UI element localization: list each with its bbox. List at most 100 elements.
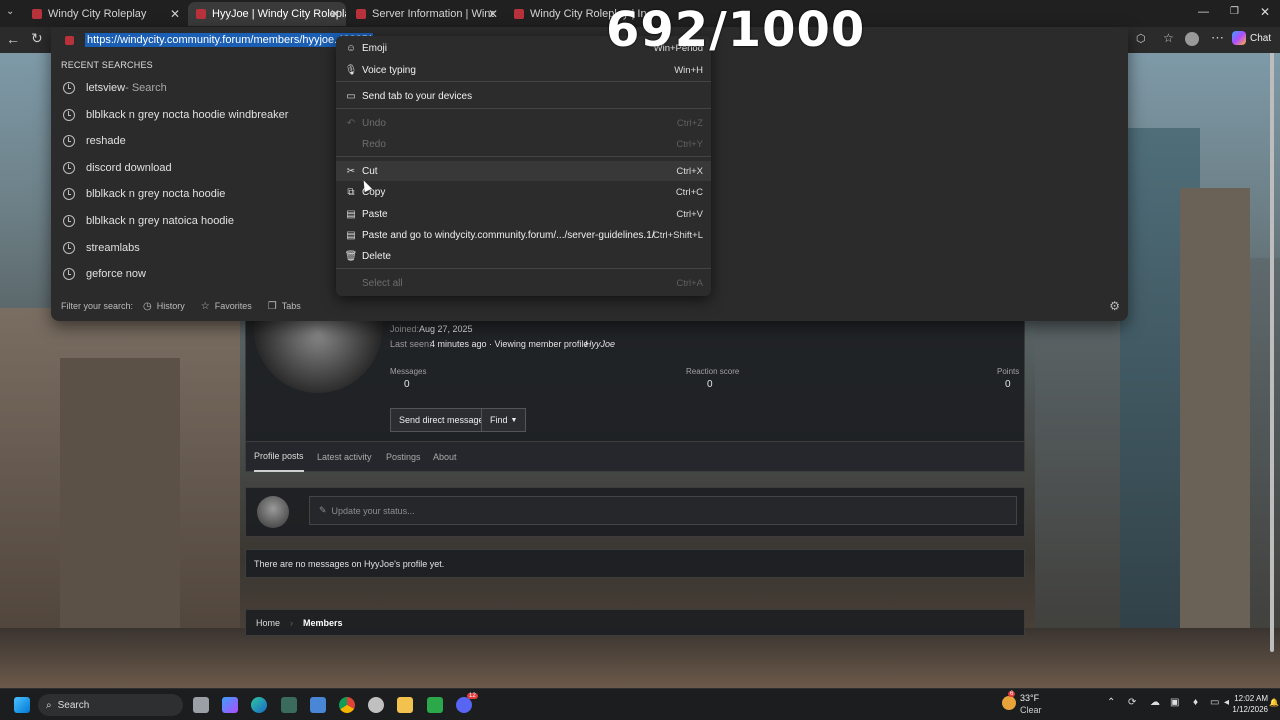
copilot-icon xyxy=(1232,31,1246,45)
taskbar-search-box[interactable]: ⌕ Search xyxy=(38,694,183,716)
favorites-star-icon[interactable]: ☆ xyxy=(1163,31,1174,45)
copilot-app-icon[interactable] xyxy=(222,697,238,713)
tab-server-information[interactable]: Server Information | Windy City Ro ✕ xyxy=(348,2,504,26)
menu-label: Undo xyxy=(362,117,386,129)
menu-item-copy[interactable]: ⧉ Copy Ctrl+C xyxy=(336,182,711,202)
menu-item-cut[interactable]: ✂ Cut Ctrl+X xyxy=(336,161,711,181)
minimize-window-icon[interactable]: — xyxy=(1198,6,1209,18)
refresh-icon[interactable]: ↻ xyxy=(31,30,43,47)
close-tab-icon[interactable]: ✕ xyxy=(488,7,498,21)
tray-onedrive-icon[interactable]: ☁ xyxy=(1150,697,1160,708)
windows-start-icon[interactable] xyxy=(14,697,30,713)
suggestion-item[interactable]: discord download xyxy=(51,155,341,181)
chrome-icon[interactable] xyxy=(339,697,355,713)
status-placeholder: Update your status... xyxy=(331,505,415,516)
tab-hyyjoe-profile[interactable]: HyyJoe | Windy City Roleplay ✕ xyxy=(188,2,346,26)
app-icon[interactable] xyxy=(281,697,297,713)
menu-label: Emoji xyxy=(362,42,388,54)
close-tab-icon[interactable]: ✕ xyxy=(330,7,340,21)
filter-tabs-label: Tabs xyxy=(281,301,301,311)
filter-history-button[interactable]: ◷ History xyxy=(143,301,185,312)
suggestion-item[interactable]: streamlabs xyxy=(51,235,341,261)
filter-tabs-button[interactable]: ❐ Tabs xyxy=(268,301,301,312)
suggestion-text: letsview xyxy=(86,82,126,94)
file-explorer-icon[interactable] xyxy=(397,697,413,713)
menu-item-send-tab[interactable]: ▭ Send tab to your devices xyxy=(336,86,711,106)
last-seen-value: 4 minutes ago · Viewing member profile xyxy=(430,339,589,349)
history-icon xyxy=(63,82,75,94)
settings-gear-icon[interactable]: ⚙ xyxy=(1109,299,1120,313)
search-icon: ⌕ xyxy=(46,699,52,711)
suggestion-item[interactable]: geforce now xyxy=(51,261,341,287)
more-options-icon[interactable]: ⋯ xyxy=(1211,30,1224,46)
menu-label: Voice typing xyxy=(362,64,416,76)
menu-item-voice-typing[interactable]: 🎙 Voice typing Win+H xyxy=(336,60,711,80)
suggestion-text: blblkack n grey natoica hoodie xyxy=(86,215,234,227)
suggestion-item[interactable]: blblkack n grey natoica hoodie xyxy=(51,208,341,234)
discord-icon[interactable] xyxy=(456,697,472,713)
menu-label: Redo xyxy=(362,138,386,150)
menu-separator xyxy=(336,156,711,157)
page-scrollbar[interactable] xyxy=(1268,52,1276,652)
notification-bell-icon[interactable]: 🔔 xyxy=(1269,698,1279,707)
menu-item-delete[interactable]: 🗑 Delete xyxy=(336,246,711,266)
tab-about[interactable]: About xyxy=(433,442,457,472)
no-messages-text: There are no messages on HyyJoe's profil… xyxy=(254,558,445,569)
last-seen-member-name[interactable]: HyyJoe xyxy=(585,339,615,349)
clock-time: 12:02 AM xyxy=(1234,694,1268,703)
suggestion-item[interactable]: reshade xyxy=(51,128,341,154)
extensions-icon[interactable]: ⬡ xyxy=(1136,32,1146,45)
tab-windy-city-roleplay[interactable]: Windy City Roleplay ✕ xyxy=(24,2,186,26)
send-direct-message-button[interactable]: Send direct message xyxy=(390,408,493,432)
menu-item-paste[interactable]: ▤ Paste Ctrl+V xyxy=(336,204,711,224)
weather-moon-icon xyxy=(1002,696,1016,710)
search-label: Search xyxy=(57,699,90,711)
chat-label: Chat xyxy=(1250,32,1272,44)
paste-icon: ▤ xyxy=(346,208,356,220)
url-input[interactable]: https://windycity.community.forum/member… xyxy=(85,33,373,47)
show-hidden-icons-chevron-icon[interactable]: ⌃ xyxy=(1107,697,1115,708)
history-icon xyxy=(63,215,75,227)
menu-separator xyxy=(336,268,711,269)
copilot-chat-button[interactable]: Chat xyxy=(1232,31,1271,45)
tray-network-icon[interactable]: ▭ xyxy=(1210,697,1219,708)
profile-tabs-bar: Profile posts Latest activity Postings A… xyxy=(245,441,1025,472)
messages-label: Messages xyxy=(390,367,427,376)
xbox-icon[interactable] xyxy=(427,697,443,713)
edge-browser-icon[interactable] xyxy=(251,697,267,713)
tray-mic-icon[interactable]: ♦ xyxy=(1193,697,1198,708)
menu-item-paste-and-go[interactable]: ▤ Paste and go to windycity.community.fo… xyxy=(336,225,711,245)
tab-profile-posts[interactable]: Profile posts xyxy=(254,442,304,472)
discord-notification-badge: 12 xyxy=(467,693,478,699)
system-clock[interactable]: 12:02 AM 1/12/2026 xyxy=(1228,693,1268,715)
points-label: Points xyxy=(997,367,1020,376)
breadcrumb-members[interactable]: Members xyxy=(303,618,343,628)
steam-icon[interactable] xyxy=(368,697,384,713)
back-arrow-icon[interactable]: ← xyxy=(6,31,20,47)
weather-widget[interactable]: 6 33°F Clear xyxy=(1002,691,1082,717)
star-icon: ☆ xyxy=(200,300,210,312)
tab-latest-activity[interactable]: Latest activity xyxy=(317,442,372,472)
tray-sync-icon[interactable]: ⟳ xyxy=(1128,697,1136,708)
menu-item-redo: Redo Ctrl+Y xyxy=(336,134,711,154)
store-icon[interactable] xyxy=(310,697,326,713)
tab-label: Postings xyxy=(386,452,421,462)
suggestion-item[interactable]: blblkack n grey nocta hoodie windbreaker xyxy=(51,102,341,128)
breadcrumb-home[interactable]: Home xyxy=(256,618,280,628)
tab-actions-chevron-icon[interactable]: ⌄ xyxy=(6,6,22,22)
close-window-icon[interactable]: ✕ xyxy=(1260,5,1270,19)
windy-city-favicon-icon xyxy=(356,9,366,19)
find-dropdown-button[interactable]: Find ▼ xyxy=(481,408,527,432)
menu-separator xyxy=(336,81,711,82)
suggestion-item[interactable]: letsview - Search xyxy=(51,75,341,101)
suggestion-item[interactable]: blblkack n grey nocta hoodie xyxy=(51,181,341,207)
profile-avatar-icon[interactable] xyxy=(1185,32,1199,46)
tab-postings[interactable]: Postings xyxy=(386,442,421,472)
filter-favorites-button[interactable]: ☆ Favorites xyxy=(201,301,252,312)
task-view-icon[interactable] xyxy=(193,697,209,713)
close-tab-icon[interactable]: ✕ xyxy=(170,7,180,21)
maximize-window-icon[interactable]: ❐ xyxy=(1230,6,1239,17)
status-input[interactable]: ✎ Update your status... xyxy=(309,496,1017,525)
tray-security-icon[interactable]: ▣ xyxy=(1170,697,1179,708)
weather-temp: 33°F xyxy=(1020,693,1040,703)
